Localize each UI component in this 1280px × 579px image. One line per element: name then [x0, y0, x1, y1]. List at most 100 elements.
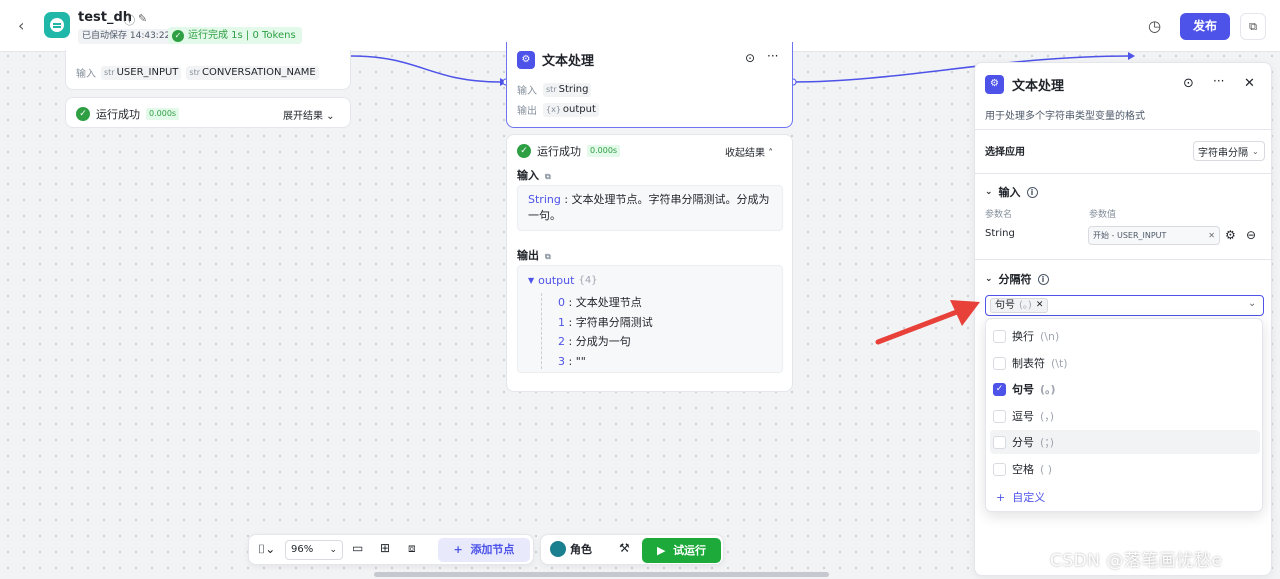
start-node-result: ✓ 运行成功 0.000s 展开结果 ⌄	[65, 97, 351, 128]
chevron-down-icon[interactable]: ⌄	[1248, 298, 1256, 309]
autosave-status: 已自动保存 14:43:22	[78, 29, 175, 44]
node-output-label: 输出	[517, 106, 537, 117]
red-arrow-annotation	[875, 300, 980, 345]
info-icon: i	[1037, 273, 1049, 285]
back-icon[interactable]: ‹	[18, 16, 34, 36]
run-status-badge: ✓ 运行完成 1s | 0 Tokens	[168, 27, 302, 44]
mouse-mode-icon[interactable]: ⌷⌄	[258, 542, 275, 557]
text-process-node[interactable]: ⚙ 文本处理 ⊙ ··· 输入 str String 输出 {x} output	[506, 42, 793, 128]
run-node-icon[interactable]: ⊙	[745, 51, 755, 65]
more-icon[interactable]: ···	[1213, 74, 1224, 88]
chevron-down-icon: ⌄	[1252, 146, 1259, 156]
param-tag: str USER_INPUT	[101, 65, 182, 80]
edit-icon[interactable]: ✎	[138, 12, 147, 25]
output-tag: {x} output	[543, 102, 599, 117]
list-item: 0 : 文本处理节点	[558, 296, 642, 309]
result-time: 0.000s	[146, 108, 180, 120]
canvas-toolbar: ⌷⌄ 96% ⌄ ▭ ⊞ ⧈ + 添加节点	[248, 534, 534, 565]
list-item: 3 : ""	[558, 354, 586, 368]
publish-button[interactable]: 发布	[1180, 13, 1230, 40]
comment-icon[interactable]: ▭	[352, 541, 363, 555]
option-tab[interactable]: 制表符 (\t)	[990, 351, 1260, 375]
info-icon[interactable]: ⓘ	[124, 12, 135, 28]
list-item: 1 : 字符串分隔测试	[558, 315, 653, 329]
separator-section-header[interactable]: ⌄ 分隔符 i	[985, 271, 1049, 287]
close-icon[interactable]: ✕	[1244, 76, 1255, 91]
option-comma[interactable]: 逗号 (，)	[990, 404, 1260, 428]
separator-dropdown: 换行 (\n) 制表符 (\t) ✓ 句号 (。) 逗号 (，) 分号 (；) 空格( ) …	[985, 318, 1263, 512]
horizontal-scrollbar[interactable]	[374, 572, 829, 577]
copy-icon[interactable]: ⧉	[545, 252, 551, 261]
layout-grid-icon[interactable]: ⊞	[380, 541, 390, 555]
add-node-button[interactable]: + 添加节点	[438, 538, 530, 562]
result-input-box: String : 文本处理节点。字符串分隔测试。分成为一句。	[517, 185, 783, 231]
chevron-down-icon: ⌄	[985, 187, 993, 197]
option-newline[interactable]: 换行 (\n)	[990, 324, 1260, 348]
remove-circle-icon[interactable]: ⊖	[1246, 228, 1256, 242]
add-custom-button[interactable]: + 自定义	[996, 489, 1045, 505]
success-check-icon: ✓	[517, 144, 531, 158]
separator-multiselect[interactable]: 句号 (。) ✕ ⌄	[985, 295, 1264, 316]
checkbox[interactable]	[993, 329, 1006, 343]
clear-icon[interactable]: ✕	[1208, 231, 1215, 240]
result-time: 0.000s	[587, 145, 621, 157]
history-icon[interactable]: ◷	[1148, 17, 1161, 35]
info-icon: i	[1026, 186, 1038, 198]
result-input-title: 输入 ⧉	[517, 169, 551, 182]
param-value-header: 参数值	[1089, 210, 1117, 220]
success-check-icon: ✓	[172, 29, 184, 42]
app-logo	[44, 12, 70, 38]
param-value-selector[interactable]: 开始 - USER_INPUT ✕	[1088, 226, 1220, 245]
text-process-icon: ⚙	[985, 75, 1004, 94]
caret-down-icon[interactable]: ▼	[528, 273, 534, 289]
node-title: 文本处理	[542, 54, 595, 69]
checkbox[interactable]	[993, 409, 1006, 423]
chevron-down-icon: ⌄	[329, 545, 337, 555]
param-name: String	[985, 228, 1015, 239]
start-node-input-label: 输入	[76, 69, 96, 80]
start-node[interactable]: 输入 str USER_INPUT str CONVERSATION_NAME	[65, 50, 351, 90]
watermark: CSDN @落笔画忧愁e	[1050, 551, 1223, 571]
role-avatar-icon	[550, 541, 566, 557]
expand-result-button[interactable]: 展开结果 ⌄	[283, 107, 335, 122]
option-period[interactable]: ✓ 句号 (。)	[990, 377, 1260, 401]
node-input-label: 输入	[517, 86, 537, 97]
settings-gear-icon[interactable]: ⚙	[1225, 228, 1236, 242]
param-tag: str CONVERSATION_NAME	[186, 65, 319, 80]
checkbox[interactable]	[993, 462, 1006, 476]
run-toolbar: 角色 ⚒ ▶ 试运行	[540, 534, 724, 565]
minimap-icon[interactable]: ⧈	[408, 541, 416, 556]
collapse-result-button[interactable]: 收起结果 ˄	[725, 144, 773, 159]
text-process-icon: ⚙	[517, 50, 535, 69]
copy-icon[interactable]: ⧉	[545, 172, 551, 181]
checkbox-checked[interactable]: ✓	[993, 382, 1006, 396]
checkbox[interactable]	[993, 435, 1006, 449]
list-item: 2 : 分成为一句	[558, 335, 631, 348]
text-node-result: ✓ 运行成功 0.000s 收起结果 ˄ 输入 ⧉ String : 文本处理节点…	[506, 134, 793, 392]
more-icon[interactable]: ···	[767, 49, 778, 63]
zoom-select[interactable]: 96% ⌄	[285, 540, 343, 560]
input-tag: str String	[543, 82, 592, 97]
result-status: 运行成功	[96, 108, 140, 121]
success-check-icon: ✓	[76, 107, 90, 121]
checkbox[interactable]	[993, 356, 1006, 370]
option-space[interactable]: 空格( )	[990, 457, 1260, 481]
output-list: 0 : 文本处理节点 1 : 字符串分隔测试 2 : 分成为一句 3 : ""	[558, 293, 653, 371]
input-section-header[interactable]: ⌄ 输入 i	[985, 184, 1038, 200]
role-button[interactable]: 角色	[550, 541, 592, 557]
copy-app-icon[interactable]: ⧉	[1240, 13, 1266, 40]
tool-icon[interactable]: ⚒	[619, 541, 630, 555]
result-output-box: ▼ output {4} 0 : 文本处理节点 1 : 字符串分隔测试 2 : …	[517, 265, 783, 373]
option-semicolon[interactable]: 分号 (；)	[990, 430, 1260, 454]
run-node-icon[interactable]: ⊙	[1183, 76, 1194, 91]
selected-chip: 句号 (。) ✕	[990, 298, 1049, 313]
param-name-header: 参数名	[985, 210, 1013, 220]
result-output-title: 输出 ⧉	[517, 249, 551, 262]
panel-title: 文本处理	[1012, 79, 1065, 94]
panel-description: 用于处理多个字符串类型变量的格式	[985, 111, 1145, 122]
chevron-down-icon: ⌄	[985, 274, 993, 284]
select-app-dropdown[interactable]: 字符串分隔 ⌄	[1193, 141, 1265, 161]
remove-chip-icon[interactable]: ✕	[1036, 299, 1044, 312]
test-run-button[interactable]: ▶ 试运行	[642, 538, 721, 563]
select-app-label: 选择应用	[985, 147, 1025, 158]
